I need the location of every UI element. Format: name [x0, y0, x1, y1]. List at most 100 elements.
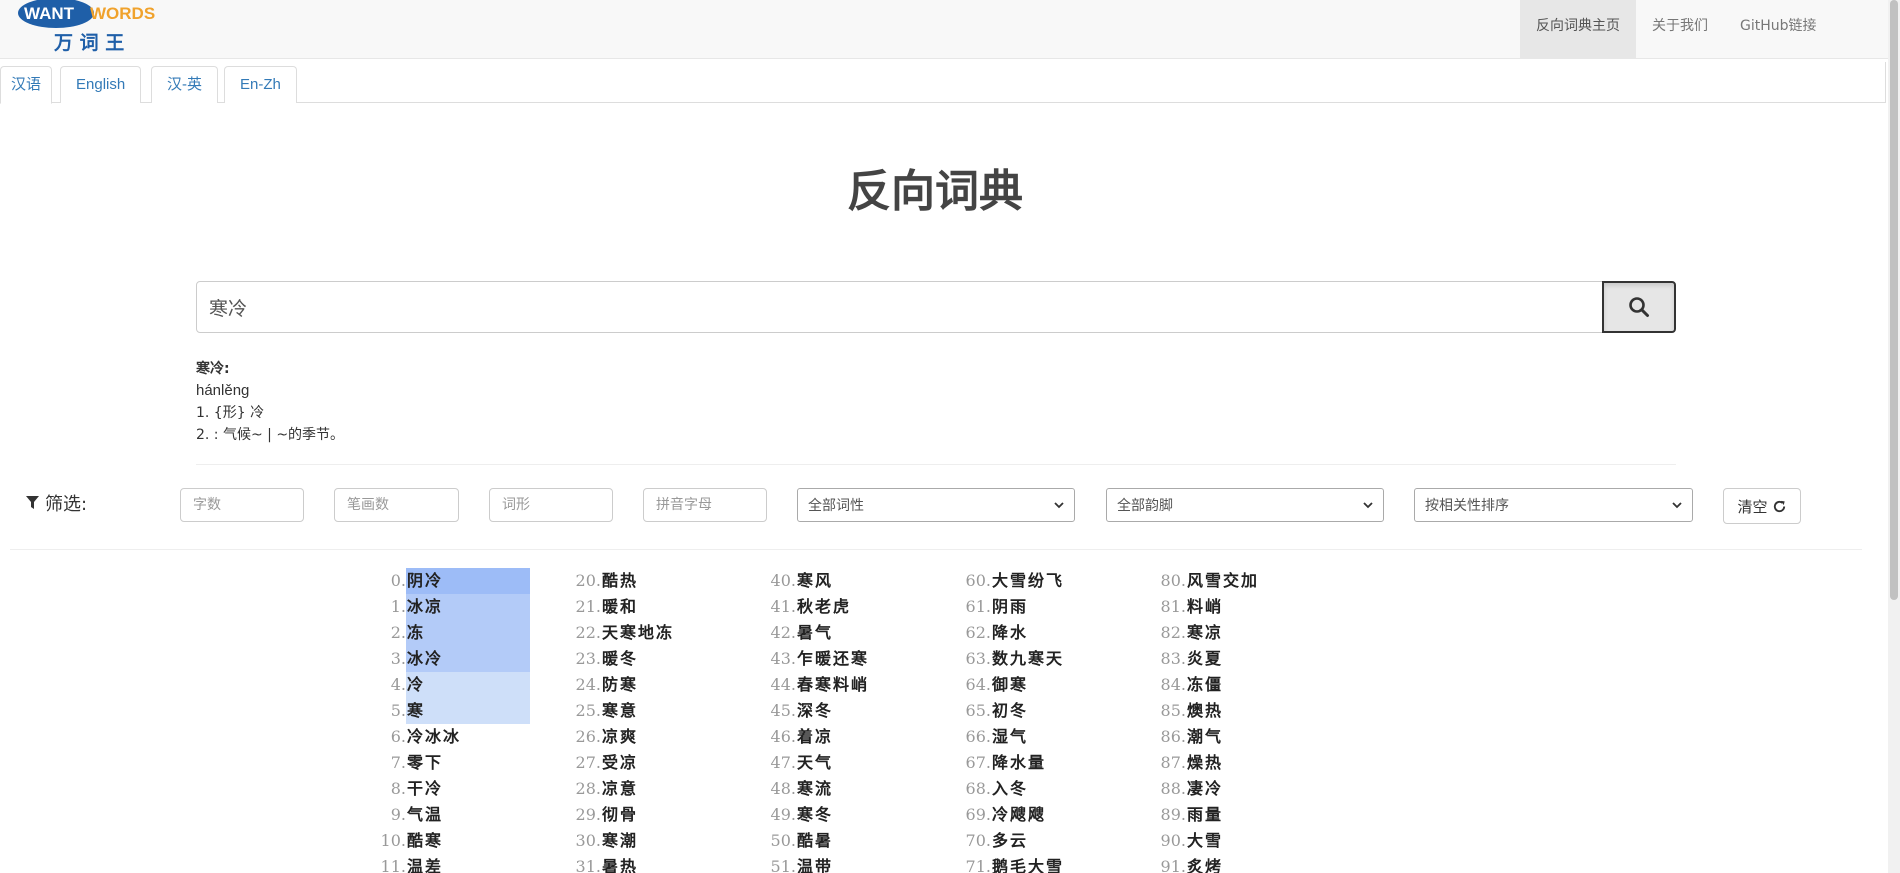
result-word[interactable]: 雨量: [1186, 802, 1223, 828]
result-word[interactable]: 多云: [991, 828, 1028, 854]
result-item[interactable]: 64.御寒: [945, 672, 1028, 698]
result-item[interactable]: 60.大雪纷飞: [945, 568, 1064, 594]
result-word[interactable]: 凄冷: [1186, 776, 1223, 802]
clear-button[interactable]: 清空: [1723, 488, 1801, 524]
result-item[interactable]: 2.冻: [360, 620, 530, 646]
tab-chinese[interactable]: 汉语: [0, 66, 53, 104]
result-item[interactable]: 25.寒意: [555, 698, 638, 724]
nav-link-github[interactable]: GitHub链接: [1724, 0, 1833, 58]
result-item[interactable]: 51.温带: [750, 854, 833, 873]
result-word[interactable]: 冰凉: [406, 594, 530, 620]
result-word[interactable]: 乍暖还寒: [796, 646, 869, 672]
result-word[interactable]: 寒流: [796, 776, 833, 802]
result-item[interactable]: 24.防寒: [555, 672, 638, 698]
result-word[interactable]: 大雪纷飞: [991, 568, 1064, 594]
stroke-count-input[interactable]: [334, 488, 459, 522]
result-word[interactable]: 寒: [406, 698, 530, 724]
result-item[interactable]: 22.天寒地冻: [555, 620, 674, 646]
result-word[interactable]: 冻: [406, 620, 530, 646]
search-button[interactable]: [1602, 281, 1676, 333]
result-item[interactable]: 26.凉爽: [555, 724, 638, 750]
result-item[interactable]: 66.湿气: [945, 724, 1028, 750]
result-item[interactable]: 49.寒冬: [750, 802, 833, 828]
result-word[interactable]: 秋老虎: [796, 594, 851, 620]
result-word[interactable]: 冻僵: [1186, 672, 1223, 698]
result-item[interactable]: 21.暖和: [555, 594, 638, 620]
result-item[interactable]: 1.冰凉: [360, 594, 530, 620]
result-item[interactable]: 43.乍暖还寒: [750, 646, 869, 672]
result-item[interactable]: 4.冷: [360, 672, 530, 698]
result-word[interactable]: 干冷: [406, 776, 443, 802]
result-item[interactable]: 62.降水: [945, 620, 1028, 646]
result-item[interactable]: 7.零下: [360, 750, 443, 776]
result-word[interactable]: 温差: [406, 854, 443, 873]
result-item[interactable]: 50.酷暑: [750, 828, 833, 854]
result-item[interactable]: 20.酷热: [555, 568, 638, 594]
result-item[interactable]: 63.数九寒天: [945, 646, 1064, 672]
result-word[interactable]: 酷寒: [406, 828, 443, 854]
result-word[interactable]: 零下: [406, 750, 443, 776]
result-word[interactable]: 暖和: [601, 594, 638, 620]
search-input[interactable]: [196, 281, 1603, 333]
result-word[interactable]: 降水量: [991, 750, 1046, 776]
result-item[interactable]: 87.燥热: [1140, 750, 1223, 776]
result-item[interactable]: 6.冷冰冰: [360, 724, 461, 750]
result-item[interactable]: 42.暑气: [750, 620, 833, 646]
result-word[interactable]: 气温: [406, 802, 443, 828]
result-item[interactable]: 11.温差: [360, 854, 443, 873]
result-word[interactable]: 寒冬: [796, 802, 833, 828]
result-item[interactable]: 5.寒: [360, 698, 530, 724]
result-word[interactable]: 湿气: [991, 724, 1028, 750]
result-word[interactable]: 冰冷: [406, 646, 530, 672]
result-word[interactable]: 冷: [406, 672, 530, 698]
result-item[interactable]: 61.阴雨: [945, 594, 1028, 620]
result-word[interactable]: 酷暑: [796, 828, 833, 854]
result-item[interactable]: 8.干冷: [360, 776, 443, 802]
nav-link-home[interactable]: 反向词典主页: [1520, 0, 1636, 58]
result-word[interactable]: 深冬: [796, 698, 833, 724]
rhyme-select[interactable]: 全部韵脚: [1106, 488, 1384, 522]
result-word[interactable]: 炎夏: [1186, 646, 1223, 672]
result-word[interactable]: 寒潮: [601, 828, 638, 854]
page-scrollbar[interactable]: [1888, 0, 1900, 873]
result-item[interactable]: 27.受凉: [555, 750, 638, 776]
nav-link-about[interactable]: 关于我们: [1636, 0, 1724, 58]
result-item[interactable]: 71.鹅毛大雪: [945, 854, 1064, 873]
tab-chinese-english[interactable]: 汉-英: [151, 66, 218, 103]
result-item[interactable]: 48.寒流: [750, 776, 833, 802]
result-item[interactable]: 69.冷飕飕: [945, 802, 1046, 828]
result-item[interactable]: 44.春寒料峭: [750, 672, 869, 698]
result-item[interactable]: 31.暑热: [555, 854, 638, 873]
result-item[interactable]: 82.寒凉: [1140, 620, 1223, 646]
char-count-input[interactable]: [180, 488, 304, 522]
result-item[interactable]: 40.寒风: [750, 568, 833, 594]
result-word[interactable]: 御寒: [991, 672, 1028, 698]
result-item[interactable]: 85.燠热: [1140, 698, 1223, 724]
result-word[interactable]: 酷热: [601, 568, 638, 594]
result-word[interactable]: 防寒: [601, 672, 638, 698]
sort-select[interactable]: 按相关性排序: [1414, 488, 1693, 522]
result-item[interactable]: 45.深冬: [750, 698, 833, 724]
result-word[interactable]: 寒意: [601, 698, 638, 724]
result-word[interactable]: 初冬: [991, 698, 1028, 724]
result-item[interactable]: 46.着凉: [750, 724, 833, 750]
result-item[interactable]: 9.气温: [360, 802, 443, 828]
result-word[interactable]: 春寒料峭: [796, 672, 869, 698]
result-item[interactable]: 84.冻僵: [1140, 672, 1223, 698]
result-word[interactable]: 潮气: [1186, 724, 1223, 750]
result-word[interactable]: 温带: [796, 854, 833, 873]
result-word[interactable]: 阴冷: [406, 568, 530, 594]
result-word[interactable]: 数九寒天: [991, 646, 1064, 672]
pos-select[interactable]: 全部词性: [797, 488, 1075, 522]
result-word[interactable]: 入冬: [991, 776, 1028, 802]
result-item[interactable]: 30.寒潮: [555, 828, 638, 854]
result-word[interactable]: 阴雨: [991, 594, 1028, 620]
word-form-input[interactable]: [489, 488, 613, 522]
result-item[interactable]: 80.风雪交加: [1140, 568, 1259, 594]
result-word[interactable]: 暑气: [796, 620, 833, 646]
result-word[interactable]: 燥热: [1186, 750, 1223, 776]
result-word[interactable]: 降水: [991, 620, 1028, 646]
result-item[interactable]: 91.炙烤: [1140, 854, 1223, 873]
result-item[interactable]: 89.雨量: [1140, 802, 1223, 828]
result-item[interactable]: 0.阴冷: [360, 568, 530, 594]
